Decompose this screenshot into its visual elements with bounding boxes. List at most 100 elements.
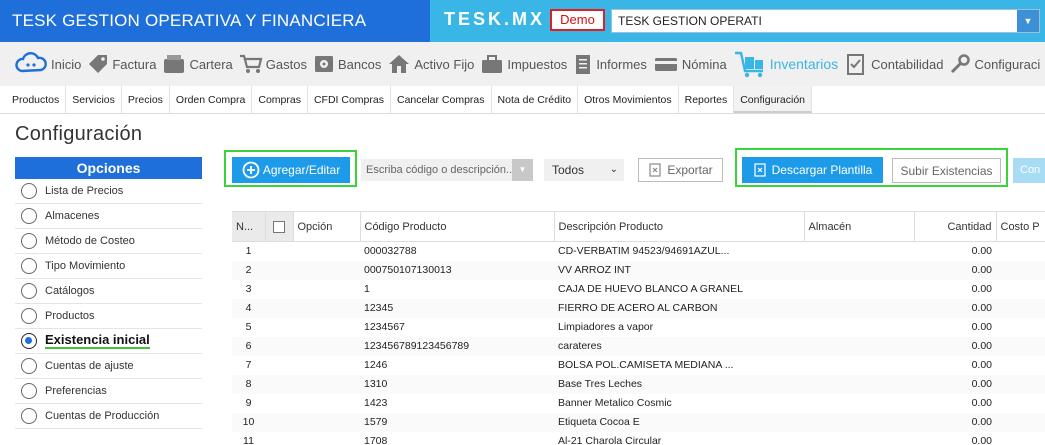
radio-button[interactable] (21, 308, 37, 324)
table-row[interactable]: 8 1310 Base Tres Leches 0.00 (232, 374, 1045, 394)
select-all-checkbox[interactable] (273, 220, 285, 233)
table-row[interactable]: 10 1579 Etiqueta Cocoa E 0.00 (232, 412, 1045, 432)
nav-item-inicio[interactable]: Inicio (14, 52, 81, 76)
cell-select (265, 432, 293, 445)
cell-cantidad: 0.00 (914, 336, 996, 356)
radio-button[interactable] (21, 208, 37, 224)
column-header-select[interactable] (265, 211, 294, 242)
app-title: TESK GESTION OPERATIVA Y FINANCIERA (0, 0, 430, 42)
tab-otros-movimientos[interactable]: Otros Movimientos (578, 86, 679, 113)
add-edit-button[interactable]: Agregar/Editar (232, 157, 350, 183)
sidebar-item-preferencias[interactable]: Preferencias (15, 379, 202, 404)
cell-select (265, 356, 293, 375)
table-row[interactable]: 2 000750107130013 VV ARROZ INT 0.00 (232, 260, 1045, 280)
table-row[interactable]: 5 1234567 Limpiadores a vapor 0.00 (232, 318, 1045, 337)
tab-cancelar-compras[interactable]: Cancelar Compras (391, 86, 492, 113)
column-header-codigo[interactable]: Código Producto (360, 211, 555, 242)
options-sidebar: Opciones Lista de Precios Almacenes Méto… (15, 157, 202, 429)
demo-badge[interactable]: Demo (550, 9, 605, 31)
nav-item-gastos[interactable]: Gastos (239, 53, 307, 75)
radio-button[interactable] (21, 383, 37, 399)
column-header-almacen[interactable]: Almacén (804, 211, 915, 242)
column-header-cantidad[interactable]: Cantidad (914, 211, 997, 242)
radio-button-selected[interactable] (21, 333, 37, 349)
sidebar-item-label: Existencia inicial (45, 332, 150, 349)
radio-button[interactable] (21, 283, 37, 299)
table-row[interactable]: 6 123456789123456789 carateres 0.00 (232, 336, 1045, 356)
download-template-button[interactable]: Descargar Plantilla (742, 157, 883, 183)
cell-almacen (804, 318, 914, 337)
radio-button[interactable] (21, 233, 37, 249)
export-button[interactable]: Exportar (638, 158, 723, 182)
table-row[interactable]: 1 000032788 CD-VERBATIM 94523/94691AZUL...… (232, 242, 1045, 261)
nav-item-contabilidad[interactable]: Contabilidad (844, 52, 943, 76)
nav-label: Cartera (189, 56, 233, 72)
nav-item-inventarios[interactable]: Inventarios (733, 49, 838, 79)
tab-cfdi-compras[interactable]: CFDI Compras (308, 86, 391, 113)
cell-opcion (293, 374, 360, 394)
cell-codigo: 1234567 (364, 321, 405, 333)
radio-button[interactable] (21, 183, 37, 199)
radio-button[interactable] (21, 358, 37, 374)
cell-number: 5 (245, 321, 252, 333)
sidebar-item-lista-precios[interactable]: Lista de Precios (15, 179, 202, 204)
cell-codigo: 1579 (360, 412, 554, 432)
table-row[interactable]: 11 1708 Al-21 Charola Circular 0.00 (232, 432, 1045, 445)
tab-orden-compra[interactable]: Orden Compra (170, 86, 253, 113)
chevron-down-icon[interactable]: ▼ (1017, 10, 1039, 32)
chevron-down-icon[interactable]: ▼ (512, 159, 533, 181)
nav-item-activo-fijo[interactable]: Activo Fijo (387, 53, 474, 75)
sidebar-item-almacenes[interactable]: Almacenes (15, 204, 202, 229)
nav-item-configuracion[interactable]: Configuraci (949, 53, 1040, 75)
cell-select (265, 374, 293, 394)
column-header-opcion[interactable]: Opción (293, 211, 361, 242)
cell-select (265, 336, 293, 356)
radio-button[interactable] (21, 258, 37, 274)
tab-servicios[interactable]: Servicios (66, 86, 122, 113)
tab-configuracion[interactable]: Configuración (734, 86, 813, 113)
filter-select[interactable]: Todos ⌄ (544, 159, 624, 181)
download-file-icon (754, 163, 766, 177)
radio-button[interactable] (21, 408, 37, 424)
cell-opcion (293, 298, 360, 318)
upload-stock-button[interactable]: Subir Existencias (892, 158, 1001, 183)
nav-item-impuestos[interactable]: Impuestos (480, 53, 567, 75)
sidebar-item-cuentas-produccion[interactable]: Cuentas de Producción (15, 404, 202, 429)
sidebar-item-existencia-inicial[interactable]: Existencia inicial (15, 329, 202, 354)
company-select[interactable]: TESK GESTION OPERATI ▼ (611, 9, 1040, 33)
tab-precios[interactable]: Precios (122, 86, 170, 113)
nav-label: Inicio (51, 56, 82, 72)
sidebar-item-tipo-movimiento[interactable]: Tipo Movimiento (15, 254, 202, 279)
cell-opcion (293, 242, 360, 261)
tesk-logo[interactable]: TESK.MX (444, 9, 545, 30)
cell-select (265, 298, 293, 318)
search-input[interactable]: Escriba código o descripción... (361, 159, 533, 181)
sidebar-item-productos[interactable]: Productos (15, 304, 202, 329)
sidebar-item-catalogos[interactable]: Catálogos (15, 279, 202, 304)
tab-reportes[interactable]: Reportes (679, 86, 735, 113)
table-row[interactable]: 9 1423 Banner Metalico Cosmic 0.00 (232, 394, 1045, 413)
sidebar-item-cuentas-ajuste[interactable]: Cuentas de ajuste (15, 354, 202, 379)
nav-item-bancos[interactable]: Bancos (313, 53, 381, 75)
tab-productos[interactable]: Productos (6, 86, 67, 113)
column-header-descripcion[interactable]: Descripción Producto (554, 211, 805, 242)
sidebar-item-metodo-costeo[interactable]: Método de Costeo (15, 229, 202, 254)
nav-item-nomina[interactable]: Nómina (653, 53, 727, 75)
cell-codigo: 1 (364, 283, 370, 295)
nav-item-informes[interactable]: Informes (573, 53, 647, 75)
sidebar-item-label: Lista de Precios (45, 185, 124, 197)
cell-descripcion: VV ARROZ INT (554, 260, 804, 280)
tab-compras[interactable]: Compras (252, 86, 308, 113)
table-header-row: N... Opción Código Producto Descripción … (232, 211, 1045, 242)
nav-label: Impuestos (507, 56, 568, 72)
tab-nota-credito[interactable]: Nota de Crédito (492, 86, 579, 113)
table-row[interactable]: 3 1 CAJA DE HUEVO BLANCO A GRANEL 0.00 (232, 280, 1045, 299)
upload-stock-label: Subir Existencias (900, 163, 993, 178)
nav-item-cartera[interactable]: Cartera (162, 53, 233, 75)
nav-item-factura[interactable]: Factura (87, 53, 156, 75)
column-header-costo[interactable]: Costo P (996, 211, 1045, 242)
table-row[interactable]: 7 1246 BOLSA POL.CAMISETA MEDIANA ... 0.00 (232, 356, 1045, 375)
cut-off-button[interactable]: Con (1013, 158, 1045, 183)
column-header-number[interactable]: N... (232, 211, 266, 242)
table-row[interactable]: 4 12345 FIERRO DE ACERO AL CARBON 0.00 (232, 298, 1045, 318)
